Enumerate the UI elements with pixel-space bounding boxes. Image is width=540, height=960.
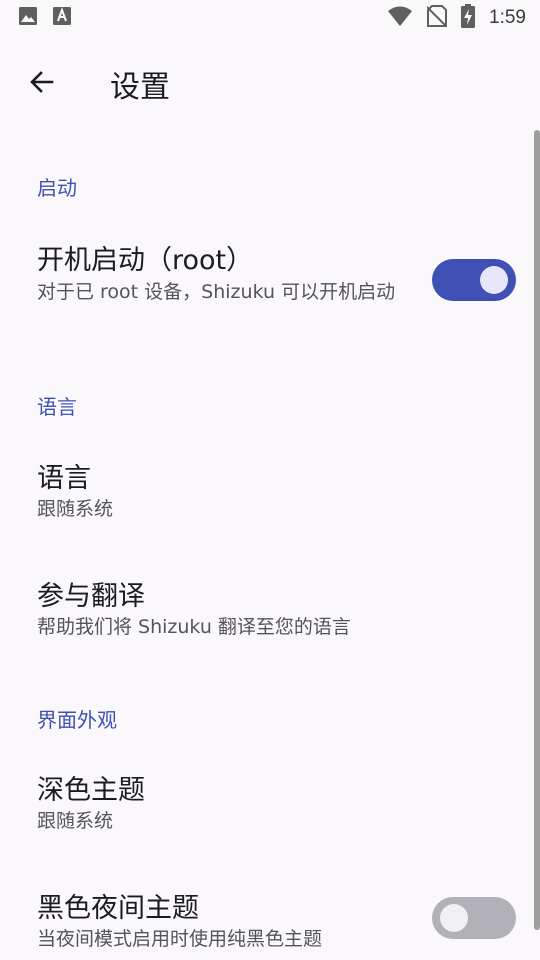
pref-translate[interactable]: 参与翻译 帮助我们将 Shizuku 翻译至您的语言 (0, 558, 534, 658)
pref-language-title: 语言 (37, 463, 91, 494)
switch-thumb (480, 266, 508, 294)
pref-black-night-theme-title: 黑色夜间主题 (37, 893, 199, 924)
image-icon (18, 6, 38, 30)
pref-language-summary: 跟随系统 (37, 498, 114, 520)
section-header-startup: 启动 (37, 176, 77, 200)
font-icon (52, 6, 72, 30)
pref-boot-start-summary: 对于已 root 设备，Shizuku 可以开机启动 (37, 281, 396, 303)
pref-translate-title: 参与翻译 (37, 581, 145, 612)
pref-black-night-theme-summary: 当夜间模式启用时使用纯黑色主题 (37, 928, 323, 950)
section-header-language: 语言 (37, 395, 77, 419)
pref-translate-summary: 帮助我们将 Shizuku 翻译至您的语言 (37, 616, 351, 638)
pref-boot-start[interactable]: 开机启动（root） 对于已 root 设备，Shizuku 可以开机启动 (0, 226, 534, 346)
wifi-icon (387, 5, 413, 31)
back-button[interactable] (14, 56, 70, 112)
pref-boot-start-title: 开机启动（root） (37, 245, 254, 276)
pref-language[interactable]: 语言 跟随系统 (0, 440, 534, 540)
scrollbar[interactable] (534, 130, 540, 930)
pref-black-night-theme[interactable]: 黑色夜间主题 当夜间模式启用时使用纯黑色主题 (0, 870, 534, 960)
status-bar: 1:59 (0, 0, 540, 36)
boot-start-switch[interactable] (432, 259, 516, 301)
battery-charging-icon (461, 4, 476, 32)
section-header-appearance: 界面外观 (37, 708, 117, 732)
black-night-theme-switch[interactable] (432, 897, 516, 939)
pref-dark-theme[interactable]: 深色主题 跟随系统 (0, 752, 534, 852)
status-time: 1:59 (489, 7, 526, 28)
status-left (18, 6, 72, 30)
pref-dark-theme-summary: 跟随系统 (37, 810, 114, 832)
pref-dark-theme-title: 深色主题 (37, 775, 145, 806)
page-title: 设置 (110, 70, 170, 105)
arrow-back-icon (28, 68, 56, 100)
no-sim-icon (426, 5, 448, 31)
switch-thumb (440, 904, 468, 932)
status-right: 1:59 (387, 4, 526, 32)
app-bar: 设置 (0, 46, 540, 122)
